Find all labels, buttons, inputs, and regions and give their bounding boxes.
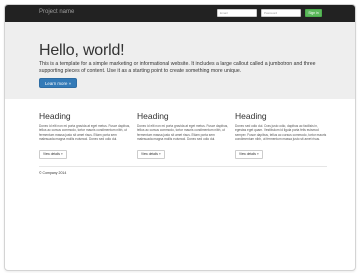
- jumbotron: Hello, world! This is a template for a s…: [5, 22, 355, 99]
- password-input[interactable]: [261, 9, 301, 17]
- jumbotron-text: This is a template for a simple marketin…: [39, 61, 316, 74]
- column-text: Donec id elit non mi porta gravida at eg…: [137, 124, 229, 142]
- view-details-button[interactable]: View details »: [137, 149, 165, 159]
- column-text: Donec id elit non mi porta gravida at eg…: [39, 124, 131, 142]
- content-column-1: Heading Donec id elit non mi porta gravi…: [39, 112, 131, 160]
- footer-divider: [39, 166, 327, 167]
- column-heading: Heading: [137, 111, 169, 121]
- view-details-button[interactable]: View details »: [39, 149, 67, 159]
- column-heading: Heading: [235, 111, 267, 121]
- content-column-3: Heading Donec sed odio dui. Cras justo o…: [235, 112, 327, 160]
- signin-button[interactable]: Sign in: [305, 9, 322, 17]
- jumbotron-title: Hello, world!: [39, 42, 125, 59]
- navbar: Project name Sign in: [5, 5, 355, 23]
- content-column-2: Heading Donec id elit non mi porta gravi…: [137, 112, 229, 160]
- learn-more-button[interactable]: Learn more »: [39, 78, 77, 88]
- column-text: Donec sed odio dui. Cras justo odio, dap…: [235, 124, 327, 142]
- footer-copyright: © Company 2014: [39, 171, 67, 175]
- column-heading: Heading: [39, 111, 71, 121]
- email-input[interactable]: [217, 9, 257, 17]
- view-details-button[interactable]: View details »: [235, 149, 263, 159]
- navbar-brand[interactable]: Project name: [39, 9, 74, 15]
- browser-frame: Project name Sign in Hello, world! This …: [4, 4, 356, 271]
